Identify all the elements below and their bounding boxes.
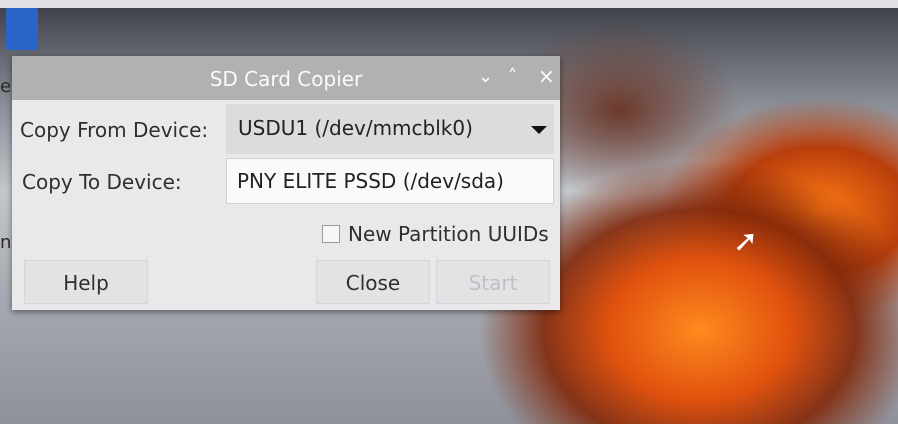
chevron-down-icon <box>531 126 547 134</box>
copy-from-dropdown[interactable]: USDU1 (/dev/mmcblk0) <box>226 104 554 154</box>
start-button[interactable]: Start <box>436 260 550 304</box>
copy-from-value: USDU1 (/dev/mmcblk0) <box>238 116 473 140</box>
window-titlebar[interactable]: SD Card Copier ⌄ ˄ × <box>12 56 560 100</box>
copy-to-value: PNY ELITE PSSD (/dev/sda) <box>237 169 504 193</box>
help-button-label: Help <box>63 271 109 295</box>
close-icon[interactable]: × <box>538 64 555 88</box>
sd-card-copier-dialog: SD Card Copier ⌄ ˄ × Copy From Device: U… <box>12 56 560 310</box>
copy-from-label: Copy From Device: <box>20 118 209 142</box>
mouse-pointer-icon: ➚ <box>733 224 759 259</box>
close-button[interactable]: Close <box>316 260 430 304</box>
copy-to-label: Copy To Device: <box>22 170 182 194</box>
desktop-folder-icon[interactable] <box>6 8 38 50</box>
desktop-partial-text: e <box>0 76 12 97</box>
start-button-label: Start <box>468 271 518 295</box>
help-button[interactable]: Help <box>24 260 148 304</box>
copy-to-dropdown[interactable]: PNY ELITE PSSD (/dev/sda) <box>226 158 554 204</box>
desktop-taskbar <box>0 0 898 8</box>
new-partition-uuids-label[interactable]: New Partition UUIDs <box>348 222 549 246</box>
new-partition-uuids-checkbox[interactable] <box>322 225 340 243</box>
close-button-label: Close <box>345 271 401 295</box>
maximize-icon[interactable]: ˄ <box>508 66 517 87</box>
minimize-icon[interactable]: ⌄ <box>478 66 493 87</box>
